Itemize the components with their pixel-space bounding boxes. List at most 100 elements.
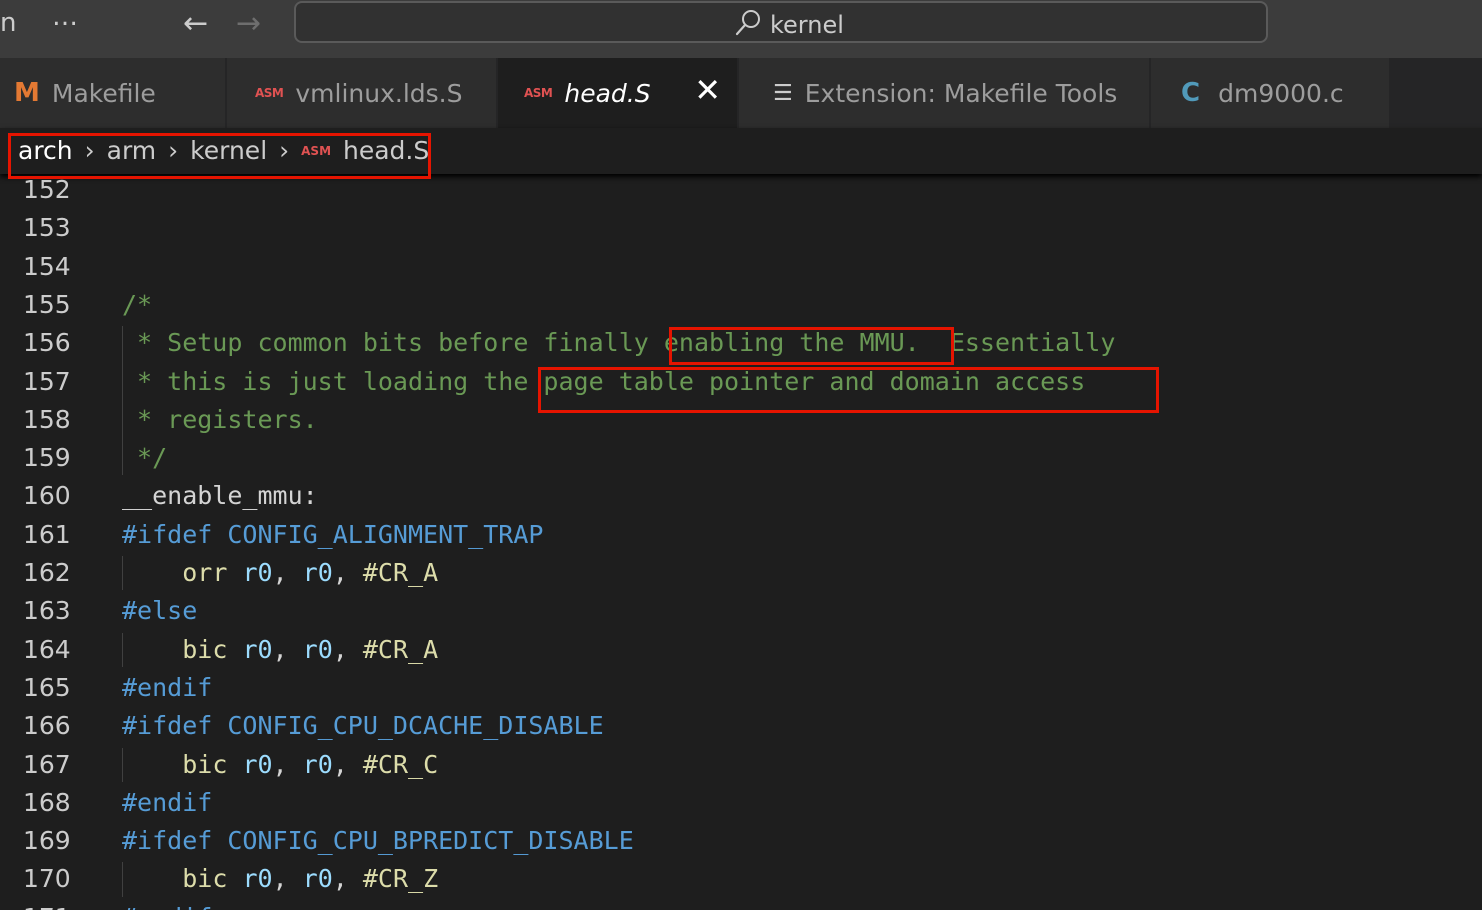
code-token: ,: [272, 864, 303, 894]
close-icon[interactable]: ✕: [694, 74, 721, 106]
tab-extension-makefile-tools[interactable]: ☰ Extension: Makefile Tools: [739, 58, 1150, 128]
code-line[interactable]: 168 #endif: [0, 784, 1482, 822]
code-text: #else: [122, 592, 197, 630]
chevron-right-icon: ›: [279, 136, 290, 165]
code-token: ,: [332, 864, 363, 894]
code-line[interactable]: 171 #endif: [0, 899, 1482, 910]
line-number: 165: [23, 672, 71, 702]
code-text: __enable_mmu:: [122, 477, 318, 515]
line-number: 157: [23, 366, 71, 396]
vscode-window: n … ← → kernel M Makefile ASM vmlinux.ld…: [0, 0, 1482, 910]
forward-arrow-icon[interactable]: →: [236, 6, 261, 41]
code-editor[interactable]: 152 153 154 155 /* 156 * Setup common bits be…: [0, 172, 1482, 910]
code-line[interactable]: 164 bic r0, r0, #CR_A: [0, 631, 1482, 669]
code-line[interactable]: 157 * this is just loading the page tabl…: [0, 363, 1482, 401]
tab-vmlinux-lds[interactable]: ASM vmlinux.lds.S: [227, 58, 497, 128]
code-text: #endif: [122, 669, 212, 707]
search-icon: [734, 9, 762, 41]
code-text: #ifdef CONFIG_ALIGNMENT_TRAP: [122, 516, 543, 554]
c-file-icon: C: [1181, 78, 1201, 108]
code-line[interactable]: 156 * Setup common bits before finally e…: [0, 324, 1482, 362]
code-token: bic: [182, 634, 228, 664]
tab-head-s[interactable]: ASM head.S ✕: [498, 58, 738, 128]
code-line[interactable]: 170 bic r0, r0, #CR_Z: [0, 860, 1482, 898]
line-number: 171: [23, 899, 83, 910]
code-line[interactable]: 162 orr r0, r0, #CR_A: [0, 554, 1482, 592]
search-text: kernel: [770, 11, 844, 39]
command-center-search[interactable]: kernel: [294, 1, 1268, 43]
code-token: r0: [242, 634, 273, 664]
line-number: 166: [23, 711, 71, 741]
breadcrumb-item-file[interactable]: head.S: [343, 136, 429, 165]
asm-file-icon: ASM: [524, 86, 553, 100]
more-icon[interactable]: …: [52, 2, 79, 32]
code-line[interactable]: 154: [0, 248, 1482, 286]
code-line[interactable]: 155 /*: [0, 286, 1482, 324]
code-token: #CR_Z: [362, 864, 439, 894]
line-number: 162: [23, 558, 71, 587]
code-token: ,: [272, 558, 303, 587]
indent-guide: [122, 326, 123, 476]
asm-file-icon: ASM: [301, 143, 332, 158]
indent-guide: [122, 632, 123, 667]
line-number: 158: [23, 404, 71, 434]
breadcrumb-item-arch[interactable]: arch: [18, 136, 73, 165]
line-number: 159: [23, 443, 71, 473]
code-line[interactable]: 163 #else: [0, 592, 1482, 630]
code-line[interactable]: 161 #ifdef CONFIG_ALIGNMENT_TRAP: [0, 516, 1482, 554]
code-token: ,: [272, 634, 303, 664]
code-line[interactable]: 166 #ifdef CONFIG_CPU_DCACHE_DISABLE: [0, 707, 1482, 745]
tab-bar: M Makefile ASM vmlinux.lds.S ASM head.S …: [0, 58, 1482, 128]
line-number: 160: [23, 481, 71, 511]
line-number: 156: [23, 328, 71, 358]
tab-label: Makefile: [51, 78, 156, 108]
line-number: 170: [23, 864, 71, 894]
indent-guide: [122, 747, 123, 782]
tab-makefile[interactable]: M Makefile: [0, 58, 226, 128]
code-line[interactable]: 165 #endif: [0, 669, 1482, 707]
code-line[interactable]: 153: [0, 209, 1482, 247]
code-line[interactable]: 152: [0, 172, 1482, 209]
code-token: /*: [122, 289, 153, 319]
code-line[interactable]: 158 * registers.: [0, 401, 1482, 439]
code-text: * this is just loading the page table po…: [122, 363, 1085, 401]
tab-dm9000-c[interactable]: C dm9000.c: [1151, 58, 1390, 128]
breadcrumb-item-kernel[interactable]: kernel: [190, 136, 267, 165]
code-token: #endif: [122, 672, 213, 702]
code-line[interactable]: 167 bic r0, r0, #CR_C: [0, 746, 1482, 784]
code-text: bic r0, r0, #CR_A: [122, 631, 438, 669]
code-line[interactable]: 160 __enable_mmu:: [0, 477, 1482, 515]
code-text: * registers.: [122, 401, 318, 439]
preview-icon: ☰: [773, 80, 793, 106]
line-number: 161: [23, 519, 71, 549]
code-line[interactable]: 159 */: [0, 439, 1482, 477]
line-number: 164: [23, 634, 71, 664]
back-arrow-icon[interactable]: ←: [183, 6, 208, 41]
code-line[interactable]: 169 #ifdef CONFIG_CPU_BPREDICT_DISABLE: [0, 822, 1482, 860]
code-text: */: [122, 439, 167, 477]
line-number: 163: [23, 596, 71, 626]
code-text: /*: [122, 286, 152, 324]
code-text: #ifdef CONFIG_CPU_BPREDICT_DISABLE: [122, 822, 634, 860]
menu-fragment[interactable]: n: [0, 8, 16, 38]
code-token: r0: [302, 864, 333, 894]
code-token: #ifdef CONFIG_CPU_BPREDICT_DISABLE: [122, 826, 634, 856]
code-token: r0: [302, 749, 333, 779]
code-token: r0: [302, 558, 333, 587]
code-token: r0: [242, 864, 273, 894]
line-number: 169: [23, 826, 71, 856]
code-token: #ifdef CONFIG_CPU_DCACHE_DISABLE: [122, 711, 604, 741]
code-token: orr: [182, 558, 228, 587]
code-token: #endif: [122, 903, 212, 910]
line-number: 154: [23, 251, 71, 281]
code-token: ,: [332, 749, 363, 779]
tab-label: Extension: Makefile Tools: [804, 78, 1118, 108]
breadcrumb-item-arm[interactable]: arm: [107, 136, 157, 165]
